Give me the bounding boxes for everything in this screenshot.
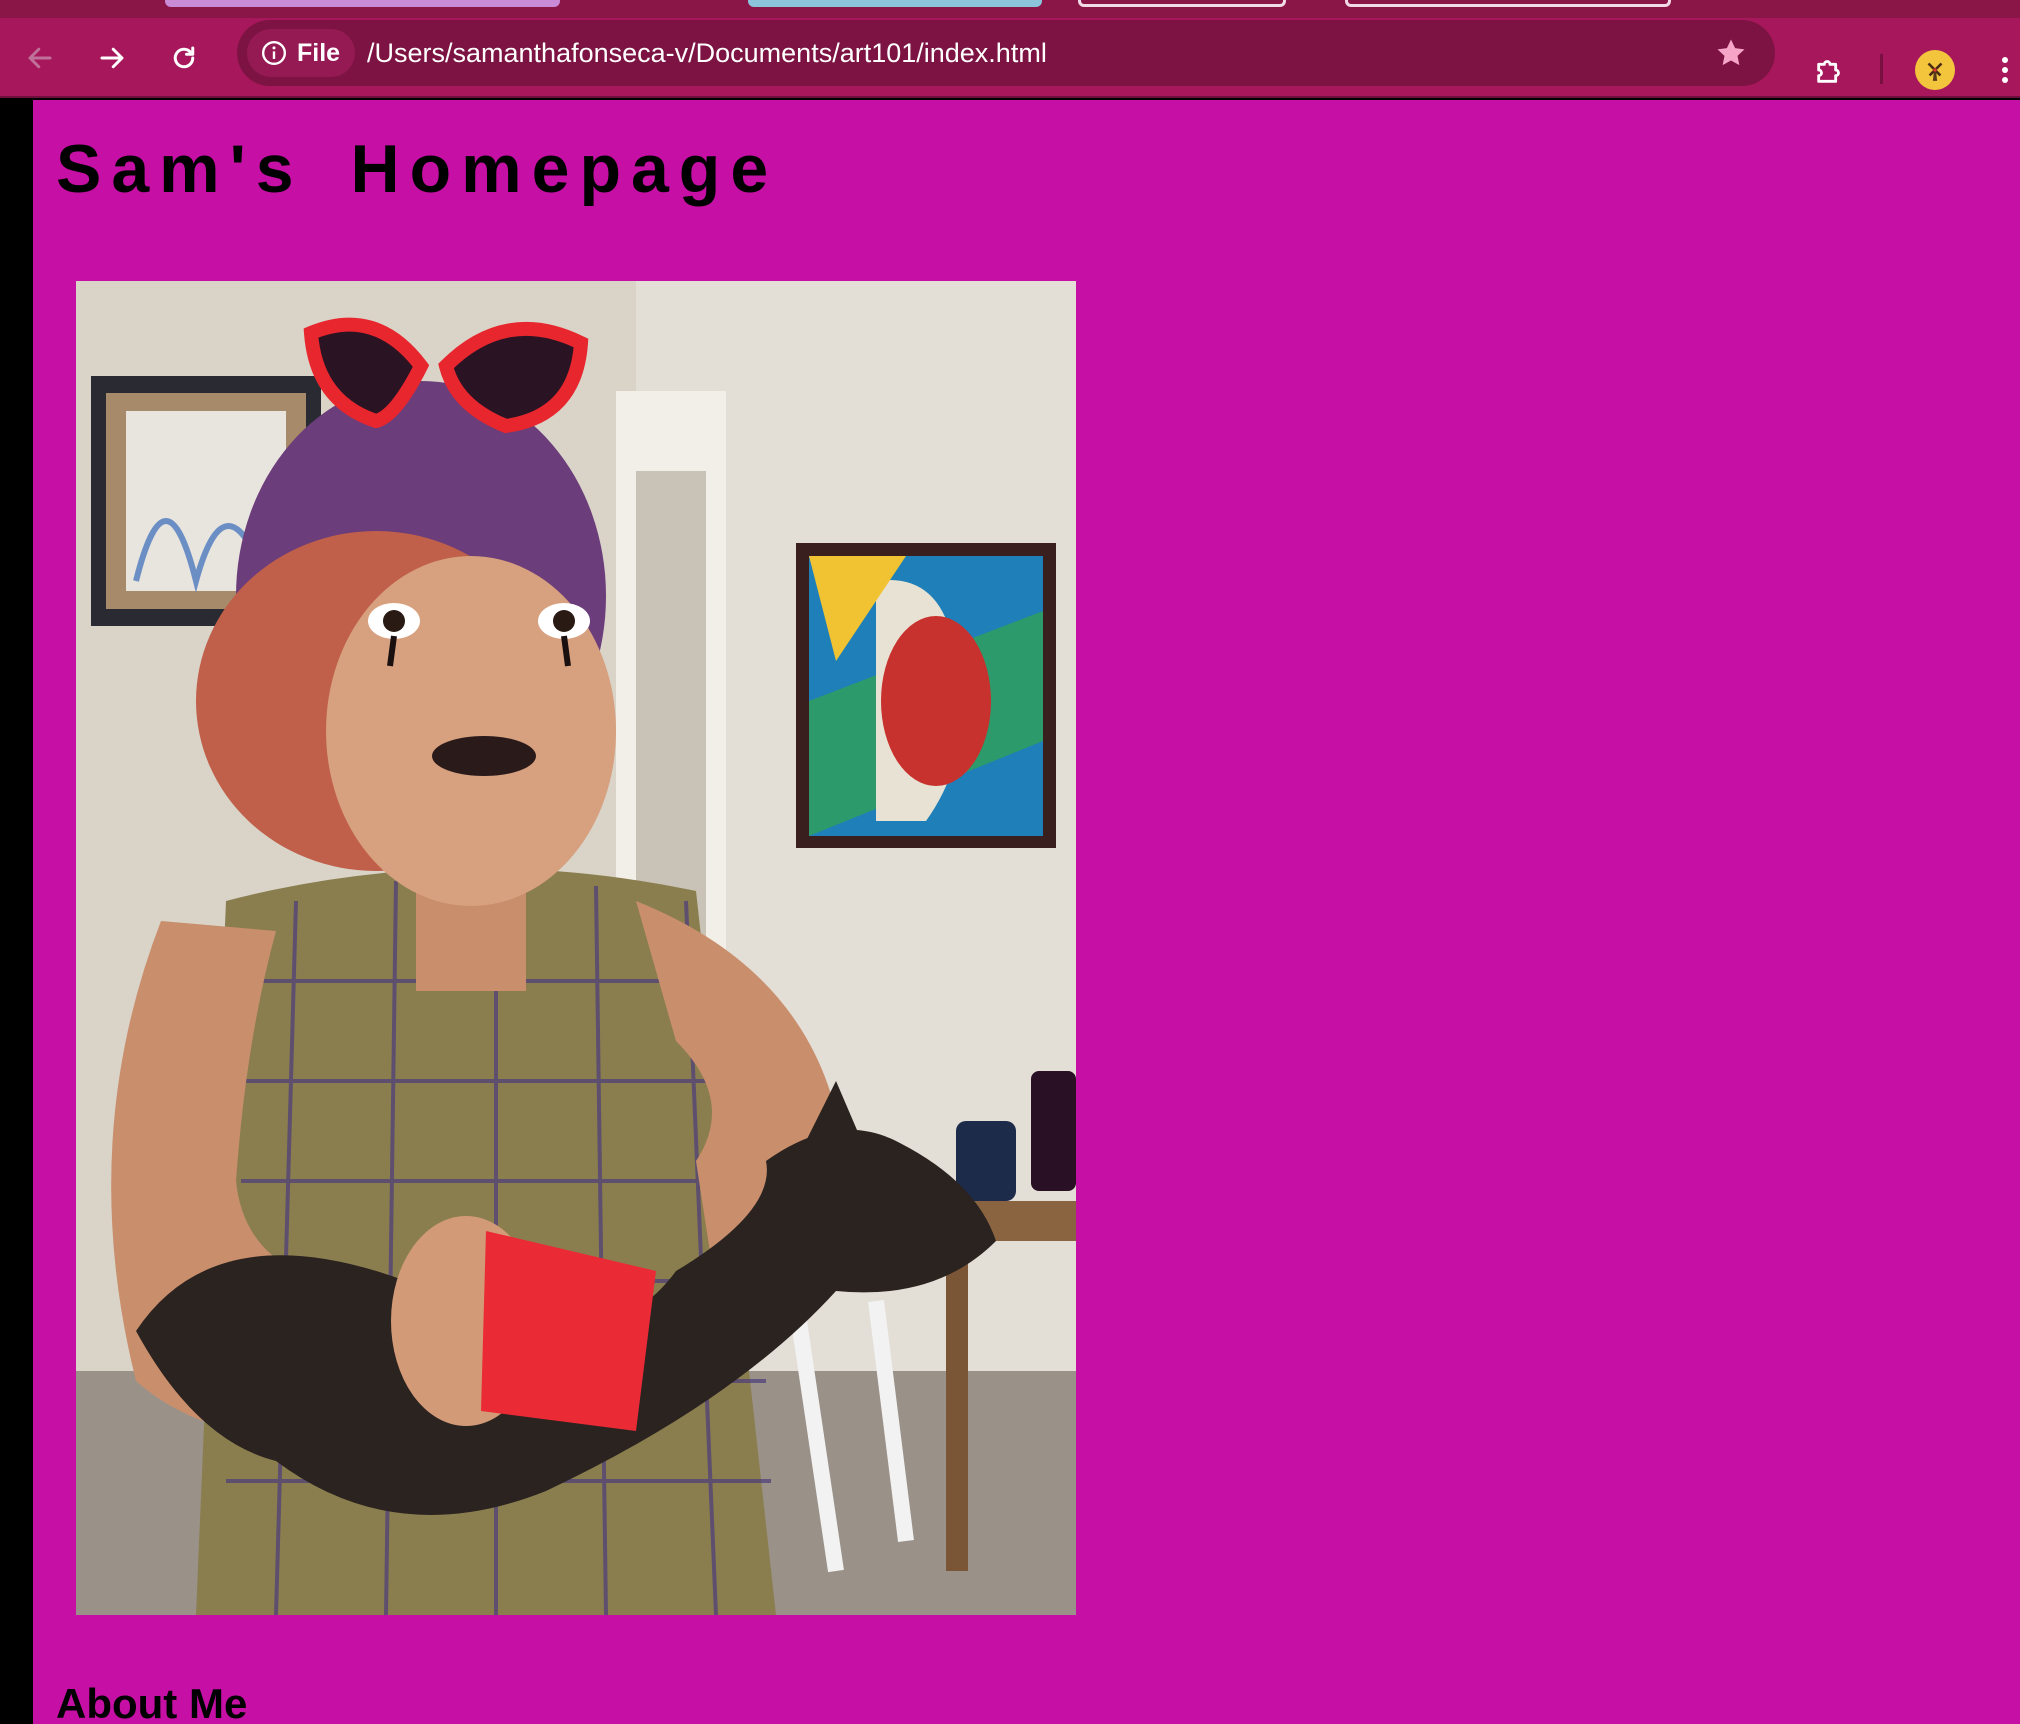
reload-icon — [173, 46, 195, 69]
reload-button[interactable] — [162, 36, 206, 80]
extensions-button[interactable] — [1808, 48, 1852, 92]
tab-strip — [0, 0, 2020, 18]
page-viewport[interactable]: Sam's Homepage About Me — [33, 100, 2020, 1724]
browser-toolbar: File /Users/samanthafonseca-v/Documents/… — [0, 18, 2020, 98]
tab-indicator[interactable] — [165, 0, 560, 7]
page-title: Sam's Homepage — [56, 131, 779, 207]
site-info-chip[interactable]: File — [247, 29, 355, 77]
kebab-menu-icon — [2002, 57, 2008, 83]
tab-indicator[interactable] — [1078, 0, 1286, 7]
arrow-right-icon — [100, 47, 124, 69]
address-bar[interactable]: File /Users/samanthafonseca-v/Documents/… — [237, 20, 1775, 86]
site-chip-label: File — [297, 38, 341, 67]
bookmark-button[interactable] — [1711, 33, 1751, 73]
arrow-left-icon — [28, 47, 52, 69]
back-button[interactable] — [18, 36, 62, 80]
profile-avatar-icon[interactable] — [1915, 50, 1955, 90]
url-text[interactable]: /Users/samanthafonseca-v/Documents/art10… — [367, 20, 1047, 86]
puzzle-piece-icon — [1817, 60, 1840, 83]
browser-menu-button[interactable] — [1990, 48, 2020, 92]
star-icon — [1717, 39, 1745, 66]
about-me-heading: About Me — [56, 1680, 248, 1724]
tab-indicator[interactable] — [748, 0, 1042, 7]
toolbar-divider — [1880, 54, 1883, 84]
profile-photo-illustration — [76, 281, 1076, 1615]
profile-photo — [76, 281, 1076, 1615]
info-icon — [261, 40, 287, 66]
tab-indicator[interactable] — [1345, 0, 1671, 7]
forward-button[interactable] — [90, 36, 134, 80]
windmill-icon — [1927, 62, 1943, 81]
